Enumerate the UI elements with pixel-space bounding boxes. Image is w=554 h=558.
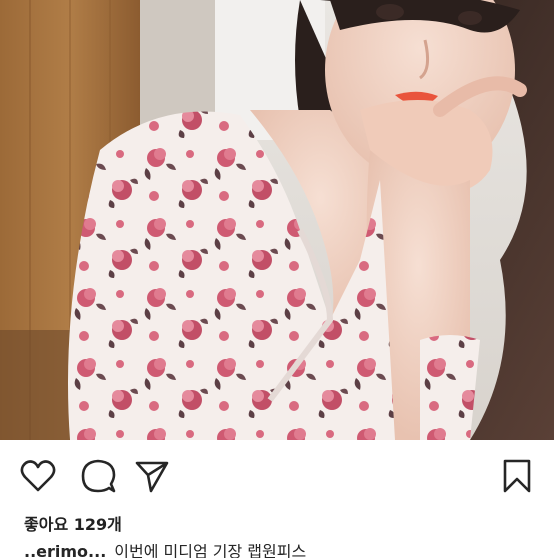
comment-icon: [81, 459, 116, 493]
paper-plane-icon: [135, 461, 169, 493]
save-button[interactable]: [497, 456, 537, 496]
caption-username[interactable]: ..erimo...: [24, 544, 106, 558]
post-action-bar: [0, 440, 554, 508]
share-button[interactable]: [132, 456, 172, 496]
photo-illustration: [0, 0, 554, 440]
caption-text: 이번에 미디엄 기장 랩원피스: [114, 544, 307, 558]
like-button[interactable]: [18, 456, 58, 496]
bookmark-icon: [503, 459, 531, 493]
likes-count[interactable]: 좋아요 129개: [24, 511, 122, 535]
comment-button[interactable]: [78, 456, 118, 496]
heart-icon: [20, 460, 56, 492]
post-photo[interactable]: [0, 0, 554, 440]
post-caption: ..erimo... 이번에 미디엄 기장 랩원피스: [24, 544, 544, 558]
